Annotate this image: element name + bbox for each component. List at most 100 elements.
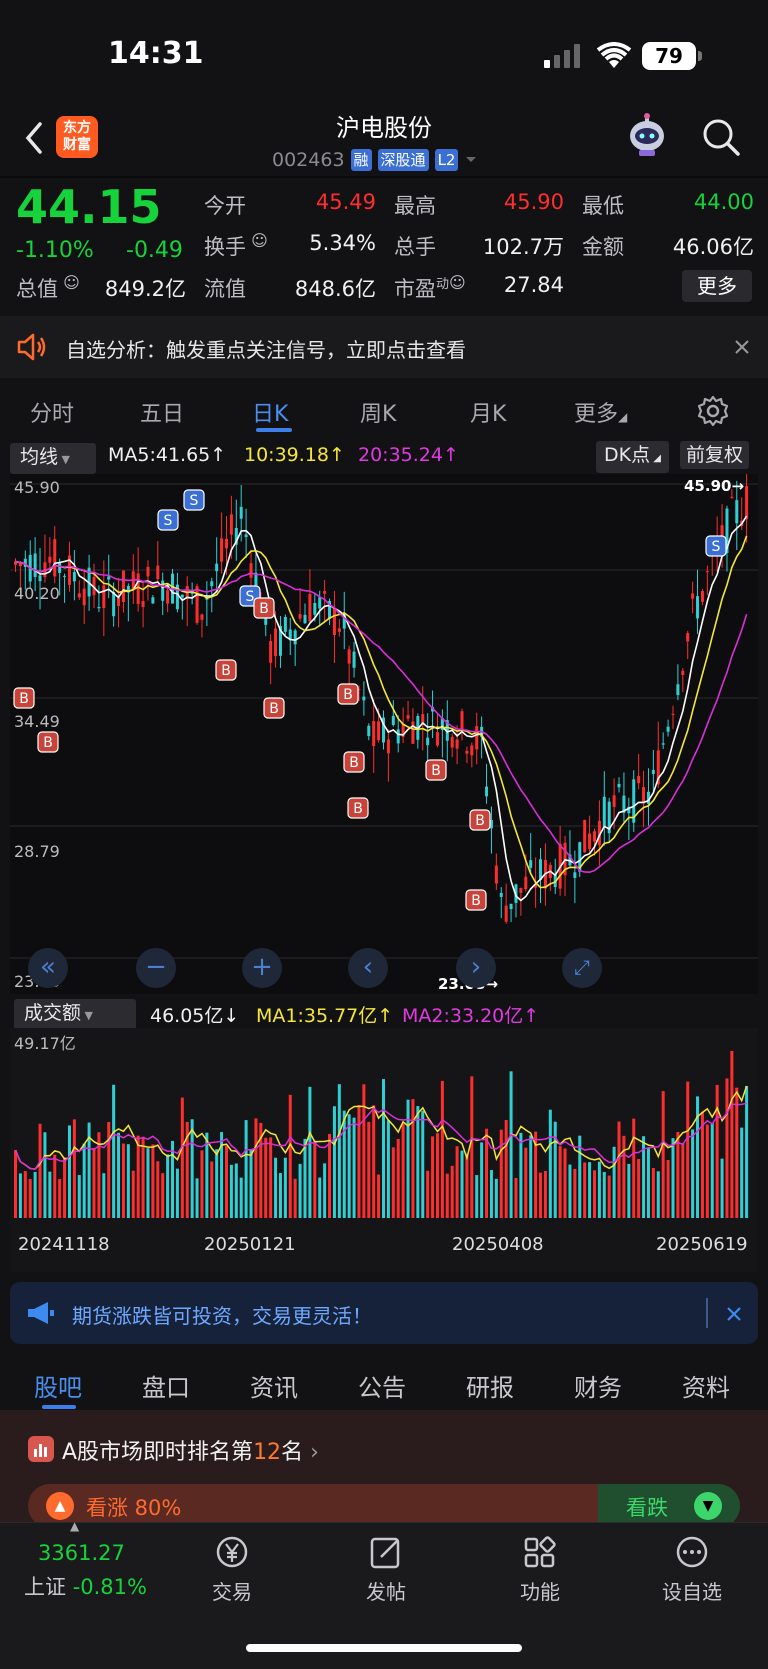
candle	[691, 593, 695, 599]
tab-financials[interactable]: 财务	[574, 1368, 622, 1403]
sell-signal-marker[interactable]: S	[157, 509, 179, 531]
candle	[519, 888, 523, 893]
buy-signal-marker[interactable]: B	[465, 889, 487, 911]
fullscreen-icon[interactable]: ⤢	[562, 948, 602, 988]
search-icon[interactable]	[700, 116, 742, 158]
market-rank-card[interactable]: A股市场即时排名第12名 › ▲ 看涨 80% 看跌 ▼	[0, 1410, 768, 1528]
ma5-value: MA5:41.65↑	[108, 444, 227, 466]
futures-ad-banner[interactable]: 期货涨跌皆可投资，交易更灵活！	[10, 1282, 758, 1344]
rewind-icon[interactable]: «	[28, 948, 68, 988]
bull-label[interactable]: 看涨 80%	[86, 1492, 181, 1522]
low-value: 44.00	[693, 190, 754, 214]
volume-bar	[23, 1171, 27, 1218]
volume-bar	[205, 1132, 209, 1218]
buy-signal-marker[interactable]: B	[13, 687, 35, 709]
volume-bar	[175, 1168, 179, 1218]
signal-notice-bar[interactable]: 自选分析：触发重点关注信号，立即点击查看	[0, 316, 768, 378]
candle	[524, 876, 528, 890]
tab-more[interactable]: 更多◢	[574, 396, 627, 428]
info-icon[interactable]: ☺	[58, 273, 80, 292]
dropdown-caret-icon[interactable]	[464, 155, 478, 165]
volume-bar	[627, 1163, 631, 1218]
nav-trade[interactable]: 交易	[192, 1535, 272, 1605]
high-value: 45.90	[503, 190, 564, 214]
settings-gear-icon[interactable]	[696, 394, 730, 428]
nav-functions[interactable]: 功能	[500, 1535, 580, 1605]
tab-weekly-k[interactable]: 周K	[360, 396, 396, 428]
info-icon[interactable]: ☺	[449, 273, 466, 292]
tab-orderbook[interactable]: 盘口	[142, 1368, 190, 1403]
close-icon[interactable]	[734, 339, 750, 355]
candle	[244, 534, 248, 538]
buy-signal-marker[interactable]: B	[347, 797, 369, 819]
buy-signal-marker[interactable]: B	[37, 731, 59, 753]
candle	[48, 556, 52, 563]
candle	[450, 737, 454, 748]
svg-text:B: B	[43, 735, 53, 751]
volume-bar	[455, 1146, 459, 1218]
volume-bar	[671, 1138, 675, 1218]
buy-signal-marker[interactable]: B	[253, 597, 275, 619]
sell-signal-marker[interactable]: S	[705, 535, 727, 557]
index-quote[interactable]: 上证 -0.81%	[24, 1571, 147, 1601]
tab-monthly-k[interactable]: 月K	[470, 396, 506, 428]
volume-bar	[470, 1076, 474, 1218]
buy-signal-marker[interactable]: B	[343, 751, 365, 773]
candle	[681, 670, 685, 675]
zoom-out-icon[interactable]: −	[136, 948, 176, 988]
adjust-select[interactable]: 前复权	[680, 441, 750, 469]
candle	[323, 591, 327, 594]
buy-signal-marker[interactable]: B	[425, 759, 447, 781]
volume-bar	[58, 1179, 62, 1218]
buy-signal-marker[interactable]: B	[469, 809, 491, 831]
sell-signal-marker[interactable]: S	[183, 489, 205, 511]
dk-point-toggle[interactable]: DK点 ◢	[596, 441, 669, 473]
stock-code-row[interactable]: 002463 融 深股通 L2	[272, 148, 478, 172]
kline-chart: SSSBBBBBBBBBBSB	[10, 474, 758, 959]
volume-bar	[617, 1121, 621, 1218]
bear-label[interactable]: 看跌	[626, 1492, 668, 1522]
candle	[107, 576, 111, 580]
candle	[72, 572, 76, 582]
candle	[455, 739, 459, 749]
tab-guba[interactable]: 股吧	[34, 1368, 82, 1403]
tab-announcements[interactable]: 公告	[358, 1368, 406, 1403]
mktcap-value: 849.2亿	[104, 277, 186, 301]
more-button[interactable]: 更多	[682, 270, 752, 302]
tab-daily-k[interactable]: 日K	[252, 396, 288, 428]
buy-signal-marker[interactable]: B	[215, 659, 237, 681]
volume-bar	[313, 1140, 317, 1218]
info-icon[interactable]: ☺	[246, 231, 268, 250]
tab-intraday[interactable]: 分时	[30, 396, 74, 428]
volume-bar	[156, 1161, 160, 1218]
tab-profile[interactable]: 资料	[682, 1368, 730, 1403]
tab-news[interactable]: 资讯	[250, 1368, 298, 1403]
svg-text:S: S	[164, 513, 173, 529]
svg-text:S: S	[246, 589, 255, 605]
scroll-left-icon[interactable]: ‹	[348, 948, 388, 988]
volume-bar	[499, 1129, 503, 1218]
buy-signal-marker[interactable]: B	[337, 683, 359, 705]
expand-caret-icon[interactable]: ▲	[70, 1519, 79, 1533]
scroll-right-icon[interactable]: ›	[456, 948, 496, 988]
candle	[686, 633, 690, 642]
turnover-label: 换手 ☺	[204, 231, 268, 259]
candle	[303, 614, 307, 624]
robot-assistant-icon[interactable]	[624, 112, 670, 158]
tab-research[interactable]: 研报	[466, 1368, 514, 1403]
volume-bar	[67, 1125, 71, 1218]
buy-signal-marker[interactable]: B	[263, 697, 285, 719]
volume-bar	[244, 1120, 248, 1218]
close-icon[interactable]	[726, 1306, 742, 1322]
volume-bar	[524, 1147, 528, 1218]
zoom-in-icon[interactable]: +	[242, 948, 282, 988]
svg-text:B: B	[269, 701, 279, 717]
index-value[interactable]: 3361.27	[38, 1541, 125, 1565]
volume-indicator-select[interactable]: 成交额 ▼	[14, 999, 136, 1030]
tab-five-day[interactable]: 五日	[140, 396, 184, 428]
nav-post[interactable]: 发帖	[346, 1535, 426, 1605]
indicator-select[interactable]: 均线 ▼	[10, 443, 96, 474]
nav-add-watchlist[interactable]: 设自选	[652, 1535, 732, 1605]
volume-chart	[14, 1050, 749, 1218]
candle	[435, 732, 439, 746]
